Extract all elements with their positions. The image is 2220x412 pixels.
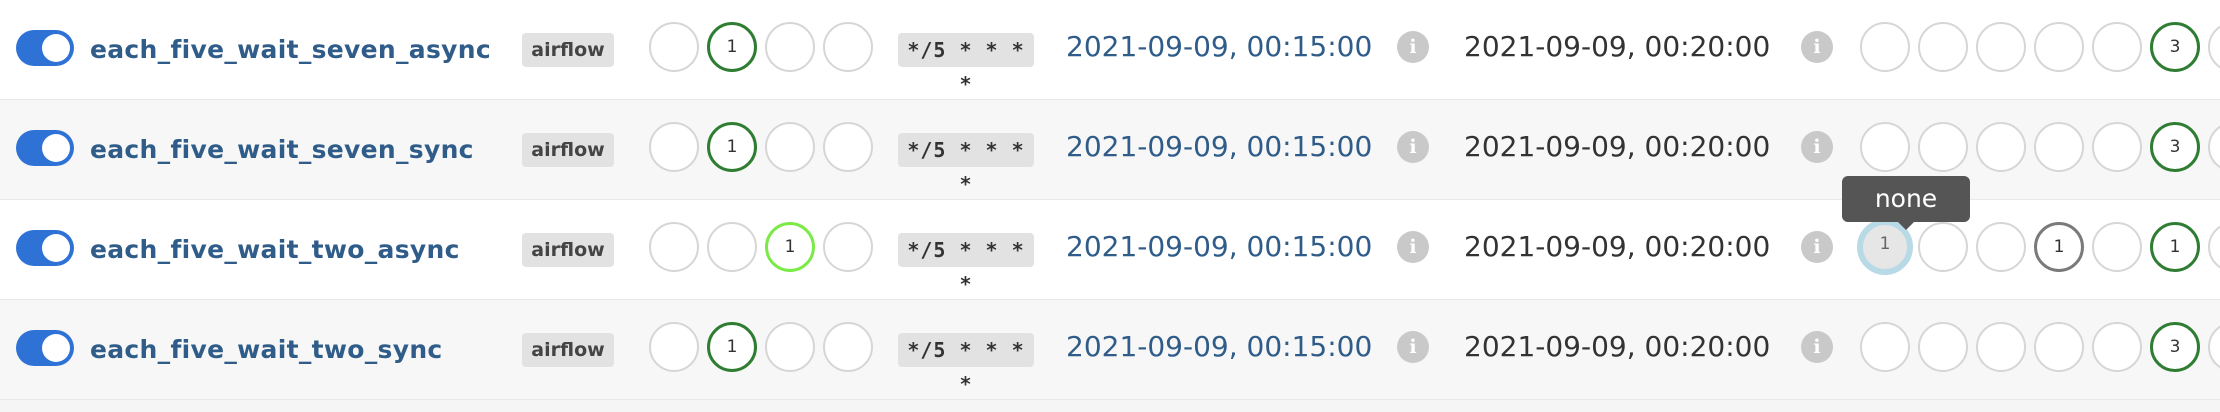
dag-run-state-queued[interactable] (649, 322, 699, 372)
task-state-success-circle[interactable]: 3 (2150, 122, 2200, 172)
task-state-success-circle[interactable]: 1 (2150, 222, 2200, 272)
schedule-interval: */5 * * * * (898, 233, 1034, 296)
last-run-link[interactable]: 2021-09-09, 00:15:00 (1066, 124, 1372, 170)
task-state-circle[interactable] (2092, 322, 2142, 372)
dag-link[interactable]: each_five_wait_two_async (90, 230, 460, 270)
dag-run-state-running[interactable] (765, 322, 815, 372)
last-run-info-icon[interactable]: i (1397, 331, 1429, 363)
dag-run-state-success[interactable]: 1 (707, 122, 757, 172)
toggle-knob (42, 34, 70, 62)
task-state-circle[interactable] (1860, 122, 1910, 172)
task-state-circle[interactable] (2034, 122, 2084, 172)
dag-link[interactable]: each_five_wait_seven_async (90, 30, 491, 70)
dag-run-state-failed[interactable] (823, 222, 873, 272)
dag-pause-toggle[interactable] (16, 330, 74, 366)
schedule-interval: */5 * * * * (898, 33, 1034, 96)
task-state-circle[interactable] (1918, 322, 1968, 372)
dag-run-state-queued[interactable] (649, 22, 699, 72)
schedule-interval: */5 * * * * (898, 133, 1034, 196)
toggle-knob (42, 234, 70, 262)
last-run-link[interactable]: 2021-09-09, 00:15:00 (1066, 224, 1372, 270)
owner-tag[interactable]: airflow (522, 133, 614, 167)
next-run-info-icon[interactable]: i (1801, 31, 1833, 63)
task-state-circle[interactable] (1976, 22, 2026, 72)
dag-run-state-failed[interactable] (823, 322, 873, 372)
task-state-scheduled-circle[interactable]: 1 (2034, 222, 2084, 272)
task-state-circle[interactable] (1976, 222, 2026, 272)
next-run-info-icon[interactable]: i (1801, 231, 1833, 263)
dag-link[interactable]: each_five_wait_seven_sync (90, 130, 474, 170)
owner-tag[interactable]: airflow (522, 33, 614, 67)
task-state-circle[interactable] (1860, 322, 1910, 372)
dag-pause-toggle[interactable] (16, 230, 74, 266)
task-state-tooltip: none (1842, 176, 1970, 230)
dag-run-state-queued[interactable] (649, 222, 699, 272)
next-run-info-icon[interactable]: i (1801, 131, 1833, 163)
tooltip-text: none (1874, 184, 1938, 213)
dag-run-state-failed[interactable] (823, 22, 873, 72)
owner-tag[interactable]: airflow (522, 233, 614, 267)
task-state-circle[interactable] (2092, 122, 2142, 172)
task-state-circle[interactable] (2034, 22, 2084, 72)
task-state-circle[interactable] (2034, 322, 2084, 372)
dag-run-state-running[interactable] (765, 22, 815, 72)
task-state-circle[interactable] (2208, 122, 2220, 172)
task-state-circle[interactable] (1918, 22, 1968, 72)
task-state-circle[interactable] (2092, 22, 2142, 72)
last-run-link[interactable]: 2021-09-09, 00:15:00 (1066, 24, 1372, 70)
dag-run-state-success[interactable] (707, 222, 757, 272)
dag-run-state-success[interactable]: 1 (707, 322, 757, 372)
toggle-knob (42, 334, 70, 362)
next-run-value: 2021-09-09, 00:20:00 (1464, 330, 1771, 363)
task-state-circle[interactable] (1918, 222, 1968, 272)
last-run-info-icon[interactable]: i (1397, 31, 1429, 63)
task-state-circle[interactable] (2208, 22, 2220, 72)
task-state-circle[interactable] (1976, 322, 2026, 372)
task-state-success-circle[interactable]: 3 (2150, 22, 2200, 72)
dag-run-state-running[interactable]: 1 (765, 222, 815, 272)
dag-pause-toggle[interactable] (16, 30, 74, 66)
toggle-knob (42, 134, 70, 162)
task-state-circle[interactable] (2092, 222, 2142, 272)
dag-list-table: each_five_wait_seven_async airflow 1 */5… (0, 0, 2220, 412)
task-state-success-circle[interactable]: 3 (2150, 322, 2200, 372)
last-run-link[interactable]: 2021-09-09, 00:15:00 (1066, 324, 1372, 370)
dag-run-state-running[interactable] (765, 122, 815, 172)
tooltip-arrow (1898, 222, 1914, 230)
dag-run-state-success[interactable]: 1 (707, 22, 757, 72)
task-state-circle[interactable] (1860, 22, 1910, 72)
next-run-value: 2021-09-09, 00:20:00 (1464, 30, 1771, 63)
dag-link[interactable]: each_five_wait_two_sync (90, 330, 443, 370)
dag-pause-toggle[interactable] (16, 130, 74, 166)
next-run-value: 2021-09-09, 00:20:00 (1464, 230, 1771, 263)
dag-run-state-failed[interactable] (823, 122, 873, 172)
task-state-circle[interactable] (2208, 322, 2220, 372)
task-state-circle[interactable] (1976, 122, 2026, 172)
owner-tag[interactable]: airflow (522, 333, 614, 367)
dag-run-state-queued[interactable] (649, 122, 699, 172)
task-state-circle[interactable] (1918, 122, 1968, 172)
next-run-info-icon[interactable]: i (1801, 331, 1833, 363)
next-run-value: 2021-09-09, 00:20:00 (1464, 130, 1771, 163)
task-state-circle[interactable] (2208, 222, 2220, 272)
last-run-info-icon[interactable]: i (1397, 231, 1429, 263)
last-run-info-icon[interactable]: i (1397, 131, 1429, 163)
dag-row-each-five-wait-two-sync: each_five_wait_two_sync airflow 1 */5 * … (0, 300, 2220, 400)
schedule-interval: */5 * * * * (898, 333, 1034, 396)
dag-row-each-five-wait-seven-async: each_five_wait_seven_async airflow 1 */5… (0, 0, 2220, 100)
